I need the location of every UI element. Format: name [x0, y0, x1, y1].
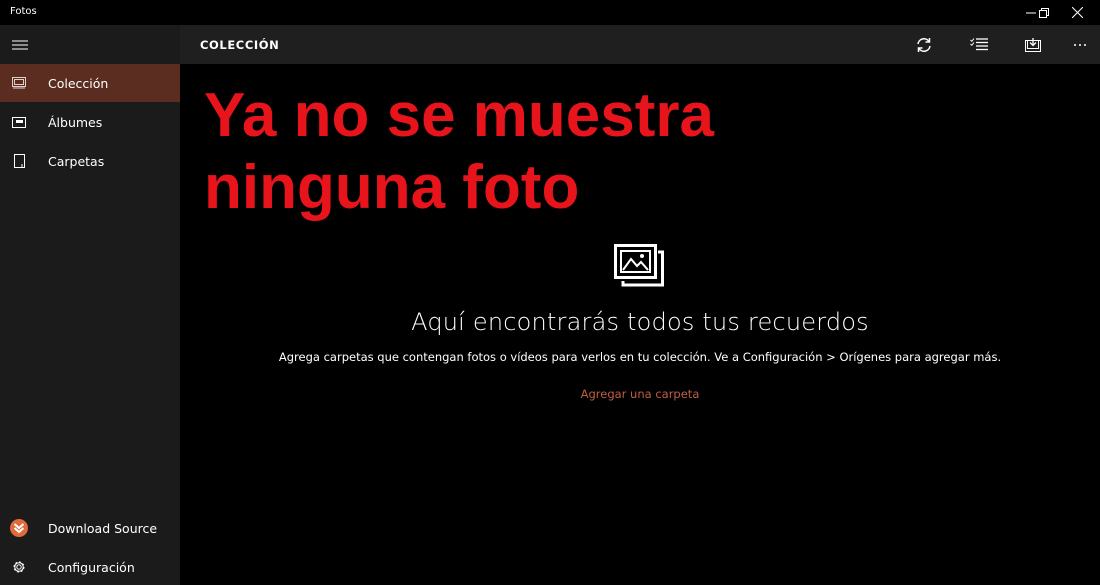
- sidebar-item-label: Álbumes: [48, 114, 103, 130]
- restore-icon: [1039, 7, 1049, 18]
- command-bar: COLECCIÓN: [180, 25, 1100, 64]
- page-title: COLECCIÓN: [200, 38, 280, 52]
- download-source-logo: [0, 509, 38, 547]
- close-button[interactable]: [1054, 0, 1100, 25]
- close-icon: [1071, 7, 1083, 18]
- gear-icon: [0, 548, 38, 585]
- sidebar-item-download-source[interactable]: Download Source: [0, 509, 180, 547]
- title-bar: Fotos: [0, 0, 1100, 25]
- sidebar-item-label: Download Source: [48, 520, 158, 536]
- more-icon: [1074, 43, 1086, 46]
- hamburger-icon: [12, 40, 28, 49]
- sidebar-item-label: Configuración: [48, 559, 135, 575]
- photos-stack-icon: [614, 244, 666, 292]
- sidebar: Colección Álbumes Carpetas Download Sour…: [0, 25, 180, 585]
- sidebar-item-label: Carpetas: [48, 153, 105, 169]
- app-title: Fotos: [10, 6, 37, 17]
- sidebar-item-carpetas[interactable]: Carpetas: [0, 142, 180, 180]
- folder-icon: [0, 142, 38, 180]
- sidebar-item-label: Colección: [48, 75, 109, 91]
- refresh-icon: [917, 37, 931, 52]
- checklist-icon: [970, 38, 988, 51]
- collection-icon: [0, 64, 38, 102]
- import-button[interactable]: [1013, 25, 1053, 64]
- sidebar-item-configuracion[interactable]: Configuración: [0, 548, 180, 585]
- main-content: Ya no se muestra ninguna foto Aquí encon…: [180, 64, 1100, 585]
- sidebar-item-albumes[interactable]: Álbumes: [0, 103, 180, 141]
- more-button[interactable]: [1060, 25, 1100, 64]
- import-icon: [1025, 37, 1041, 52]
- album-icon: [0, 103, 38, 141]
- empty-state-title: Aquí encontrarás todos tus recuerdos: [411, 308, 869, 336]
- sidebar-item-coleccion[interactable]: Colección: [0, 64, 180, 102]
- select-button[interactable]: [959, 25, 999, 64]
- add-folder-link[interactable]: Agregar una carpeta: [180, 387, 1100, 401]
- empty-state-description: Agrega carpetas que contengan fotos o ví…: [278, 350, 1002, 364]
- refresh-button[interactable]: [904, 25, 944, 64]
- overlay-annotation: Ya no se muestra ninguna foto: [204, 81, 715, 222]
- menu-button[interactable]: [0, 25, 40, 64]
